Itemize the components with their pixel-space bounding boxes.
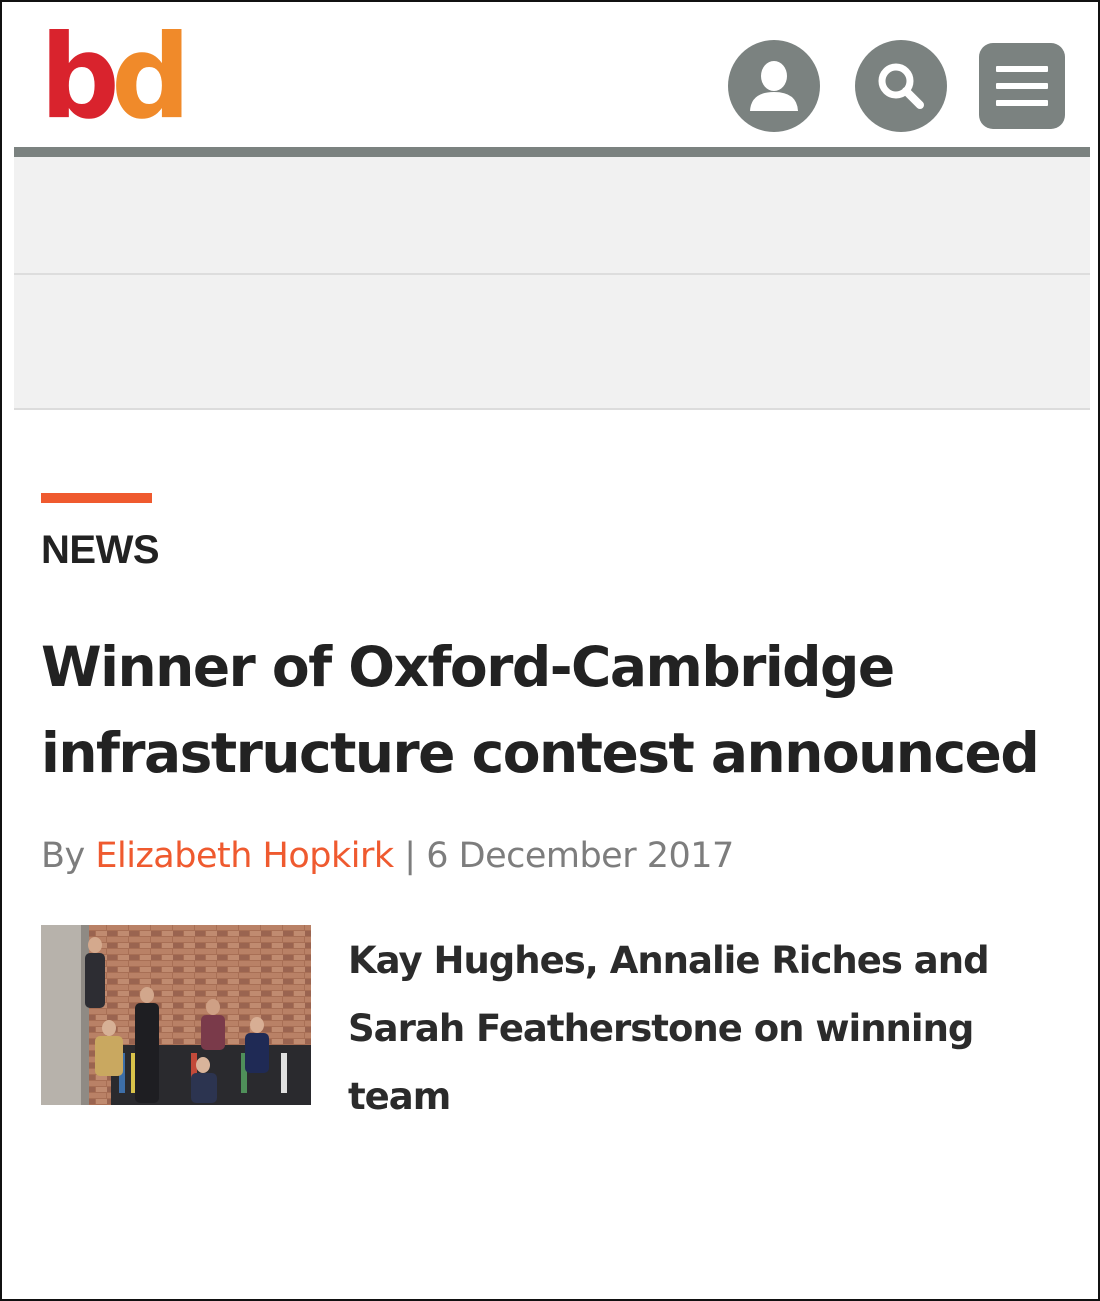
publish-date: 6 December 2017 bbox=[426, 836, 734, 876]
menu-icon bbox=[996, 64, 1048, 108]
advert-divider bbox=[14, 273, 1090, 275]
menu-button[interactable] bbox=[979, 43, 1065, 129]
page-frame: bd NEWS Winner of Oxford-Cambridge infra… bbox=[0, 0, 1100, 1301]
related-story-link[interactable]: Kay Hughes, Annalie Riches and Sarah Fea… bbox=[348, 927, 1068, 1131]
logo-letter-b: b bbox=[40, 10, 120, 145]
byline: By Elizabeth Hopkirk | 6 December 2017 bbox=[41, 836, 734, 876]
related-thumbnail[interactable] bbox=[41, 925, 311, 1105]
category-accent-bar bbox=[41, 493, 152, 503]
search-button[interactable] bbox=[855, 40, 947, 132]
search-icon bbox=[871, 56, 931, 116]
byline-separator: | bbox=[404, 836, 416, 876]
advert-placeholder bbox=[14, 157, 1090, 410]
byline-prefix: By bbox=[41, 836, 85, 876]
author-link[interactable]: Elizabeth Hopkirk bbox=[95, 836, 394, 876]
account-button[interactable] bbox=[728, 40, 820, 132]
user-icon bbox=[739, 51, 809, 121]
article-headline: Winner of Oxford-Cambridge infrastructur… bbox=[41, 635, 1040, 785]
logo-letter-d: d bbox=[111, 10, 191, 145]
header-rule bbox=[14, 147, 1090, 157]
site-logo[interactable]: bd bbox=[40, 10, 191, 145]
category-label[interactable]: NEWS bbox=[41, 528, 160, 573]
